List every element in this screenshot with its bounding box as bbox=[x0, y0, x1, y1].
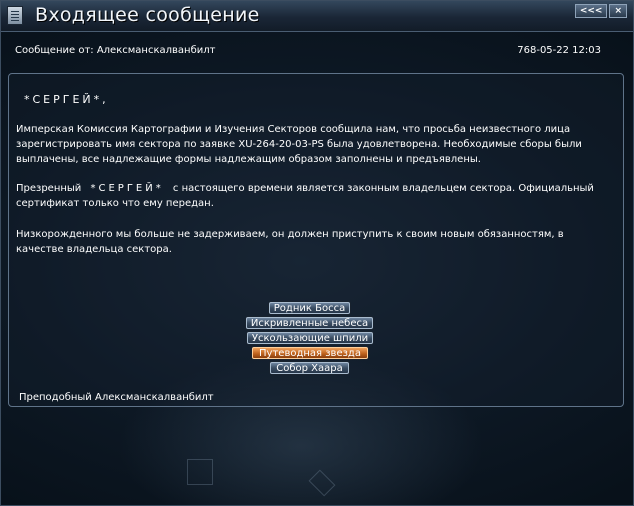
choice-button-2[interactable]: Искривленные небеса bbox=[246, 317, 373, 329]
message-greeting: *СЕРГЕЙ*, bbox=[24, 93, 109, 106]
message-paragraph-2: Презренный *СЕРГЕЙ* с настоящего времени… bbox=[16, 181, 596, 211]
window-title: Входящее сообщение bbox=[35, 4, 260, 26]
close-button[interactable]: × bbox=[609, 4, 627, 18]
choice-button-4-selected[interactable]: Путеводная звезда bbox=[252, 347, 368, 359]
background-decoration bbox=[187, 459, 213, 485]
choice-button-5[interactable]: Собор Хаара bbox=[270, 362, 349, 374]
window-controls: <<< × bbox=[573, 4, 627, 18]
message-window: Входящее сообщение <<< × Сообщение от: А… bbox=[0, 0, 634, 506]
message-paragraph-3: Низкорожденного мы больше не задерживаем… bbox=[16, 229, 564, 255]
choice-button-1[interactable]: Родник Босса bbox=[269, 302, 350, 314]
message-document-icon bbox=[7, 6, 23, 25]
sender-line: Сообщение от: Алексманскалванбилт bbox=[15, 45, 216, 56]
background-decoration bbox=[308, 469, 336, 497]
message-paragraph-1: Имперская Комиссия Картографии и Изучени… bbox=[16, 124, 582, 165]
title-bar[interactable]: Входящее сообщение <<< × bbox=[1, 1, 633, 32]
player-name: *СЕРГЕЙ* bbox=[90, 183, 164, 194]
collapse-button[interactable]: <<< bbox=[574, 4, 608, 18]
message-datetime: 768-05-22 12:03 bbox=[517, 45, 601, 56]
paragraph-2-start: Презренный bbox=[16, 183, 82, 194]
choice-button-3[interactable]: Ускользающие шпили bbox=[247, 332, 373, 344]
message-signature: Преподобный Алексманскалванбилт bbox=[19, 392, 214, 403]
